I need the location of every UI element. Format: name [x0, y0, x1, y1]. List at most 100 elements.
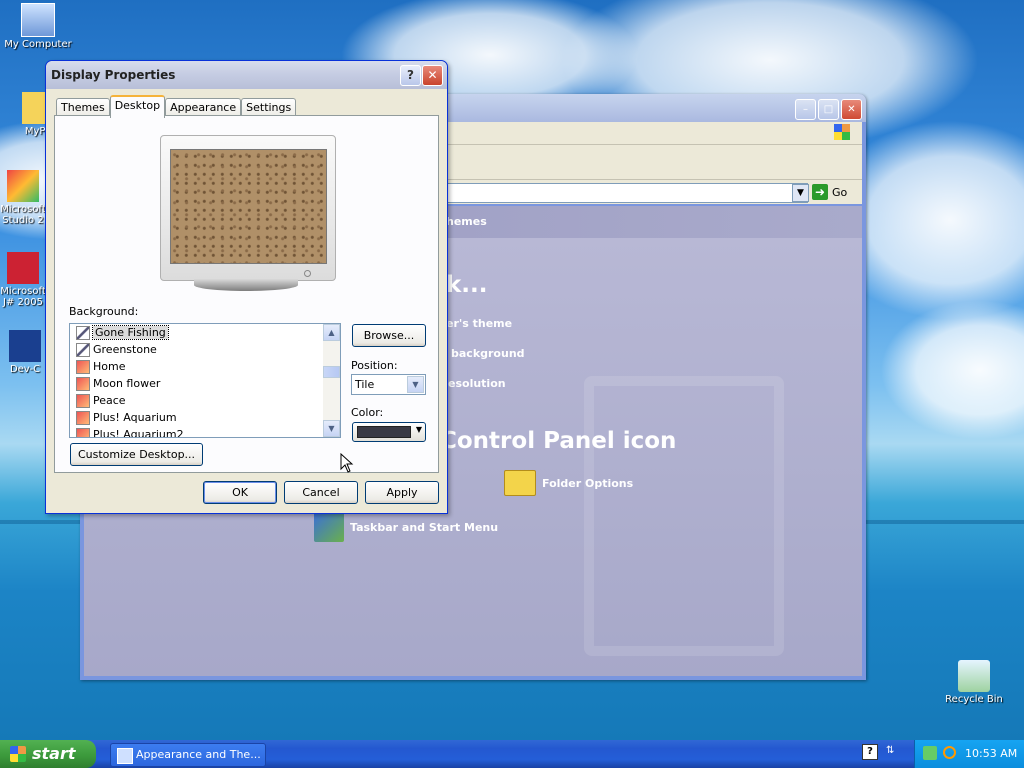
list-item-label: Home: [93, 360, 126, 373]
desktop-icon-jsharp[interactable]: Microsoft J# 2005: [0, 252, 48, 308]
task-link-background[interactable]: background: [451, 347, 525, 360]
desktop-tab-panel: Background: Gone Fishing Greenstone Home…: [54, 115, 439, 473]
clock[interactable]: 10:53 AM: [965, 747, 1017, 760]
bitmap-icon: [76, 428, 90, 437]
checkmark-watermark: [584, 376, 784, 656]
network-icon[interactable]: [923, 746, 937, 760]
color-swatch: [357, 426, 411, 438]
list-item-label: Gone Fishing: [92, 325, 169, 340]
recycle-bin-icon: [958, 660, 990, 692]
desktop-icon-label: Dev-C: [9, 364, 41, 375]
computer-icon: [21, 3, 55, 37]
customize-desktop-button[interactable]: Customize Desktop...: [70, 443, 203, 466]
wallpaper-preview: [170, 149, 327, 264]
pick-task-heading: k...: [446, 272, 488, 298]
system-tray: 10:53 AM: [914, 740, 1024, 768]
apply-button[interactable]: Apply: [365, 481, 439, 504]
desktop-icon-dev-cpp[interactable]: Dev-C: [0, 330, 50, 375]
list-item[interactable]: Moon flower: [70, 375, 340, 392]
start-button[interactable]: start: [0, 740, 96, 768]
minimize-button[interactable]: –: [795, 99, 816, 120]
tab-strip: Themes Desktop Appearance Settings: [56, 95, 297, 118]
cloud: [880, 300, 1024, 440]
search-icon[interactable]: [943, 746, 956, 759]
desktop-icon-label: Recycle Bin: [945, 694, 1003, 705]
windows-logo-icon: [10, 746, 26, 762]
background-listbox[interactable]: Gone Fishing Greenstone Home Moon flower…: [69, 323, 341, 438]
position-value: Tile: [355, 378, 375, 391]
close-button[interactable]: ✕: [841, 99, 862, 120]
ruler-icon: [76, 343, 90, 357]
list-item-label: Plus! Aquarium: [93, 411, 177, 424]
go-button[interactable]: ➜ Go: [812, 183, 856, 201]
folder-options-icon: [504, 470, 536, 496]
bitmap-icon: [76, 411, 90, 425]
quick-launch-icon[interactable]: ⇅: [886, 745, 898, 761]
cancel-button[interactable]: Cancel: [284, 481, 358, 504]
chevron-down-icon: ▼: [415, 425, 422, 434]
taskbar-start-menu-icon: [314, 512, 344, 542]
ruler-icon: [76, 326, 90, 340]
bitmap-icon: [76, 394, 90, 408]
desktop-icon-label: My Computer: [4, 39, 72, 50]
bitmap-icon: [76, 360, 90, 374]
scroll-down-icon[interactable]: ▼: [323, 420, 340, 437]
mouse-cursor-icon: [340, 453, 354, 473]
desktop-icon-label: Microsoft J# 2005: [0, 286, 46, 308]
ok-button[interactable]: OK: [203, 481, 277, 504]
display-properties-dialog[interactable]: Display Properties ? ✕ Themes Desktop Ap…: [45, 60, 448, 514]
dev-cpp-icon: [9, 330, 41, 362]
list-item-label: Greenstone: [93, 343, 157, 356]
monitor-bezel: [160, 135, 336, 281]
list-item[interactable]: Plus! Aquarium: [70, 409, 340, 426]
scroll-thumb[interactable]: [323, 366, 340, 378]
tab-desktop[interactable]: Desktop: [109, 95, 166, 118]
list-item[interactable]: Gone Fishing: [70, 324, 340, 341]
start-label: start: [32, 744, 76, 763]
dialog-titlebar[interactable]: Display Properties: [46, 61, 447, 89]
list-item-label: Plus! Aquarium2: [93, 428, 184, 438]
position-select[interactable]: Tile ▼: [351, 374, 426, 395]
list-item[interactable]: Plus! Aquarium2: [70, 426, 340, 438]
list-item[interactable]: Greenstone: [70, 341, 340, 358]
list-item-label: Peace: [93, 394, 126, 407]
folder-options-label: Folder Options: [542, 476, 634, 490]
taskbar: start Appearance and The... ? ⇅ 10:53 AM: [0, 740, 1024, 768]
taskbar-item-label: Appearance and The...: [136, 748, 261, 761]
task-link-resolution[interactable]: esolution: [448, 377, 506, 390]
address-dropdown-button[interactable]: ▼: [792, 184, 809, 202]
list-item[interactable]: Home: [70, 358, 340, 375]
jsharp-icon: [7, 252, 39, 284]
desktop-icon-visual-studio[interactable]: Microsoft Studio 2: [0, 170, 48, 226]
desktop-icon-my-computer[interactable]: My Computer: [0, 3, 76, 50]
list-item-label: Moon flower: [93, 377, 161, 390]
color-picker-button[interactable]: ▼: [352, 422, 426, 442]
taskbar-start-menu-item[interactable]: Taskbar and Start Menu: [314, 512, 498, 542]
listbox-scrollbar[interactable]: ▲ ▼: [323, 324, 340, 437]
list-item[interactable]: Peace: [70, 392, 340, 409]
dialog-title: Display Properties: [51, 68, 176, 82]
help-button[interactable]: ?: [400, 65, 421, 86]
task-link-theme[interactable]: er's theme: [446, 317, 512, 330]
window-controls: – □ ✕: [795, 99, 862, 120]
pick-icon-heading: Control Panel icon: [440, 428, 677, 454]
taskbar-start-menu-label: Taskbar and Start Menu: [350, 520, 499, 534]
taskbar-item-appearance[interactable]: Appearance and The...: [110, 743, 266, 767]
scroll-up-icon[interactable]: ▲: [323, 324, 340, 341]
position-label: Position:: [351, 359, 398, 372]
monitor-preview: [160, 135, 336, 291]
power-led: [304, 270, 311, 277]
category-header-title: hemes: [446, 215, 487, 228]
visual-studio-icon: [7, 170, 39, 202]
go-label: Go: [832, 185, 848, 199]
desktop-icon-label: Microsoft Studio 2: [0, 204, 46, 226]
color-label: Color:: [351, 406, 384, 419]
help-icon[interactable]: ?: [862, 744, 878, 760]
chevron-down-icon[interactable]: ▼: [407, 376, 424, 393]
window-icon: [117, 748, 133, 764]
close-button[interactable]: ✕: [422, 65, 443, 86]
maximize-button[interactable]: □: [818, 99, 839, 120]
folder-options-item[interactable]: Folder Options: [504, 470, 633, 496]
desktop-icon-recycle-bin[interactable]: Recycle Bin: [936, 660, 1012, 705]
browse-button[interactable]: Browse...: [352, 324, 426, 347]
